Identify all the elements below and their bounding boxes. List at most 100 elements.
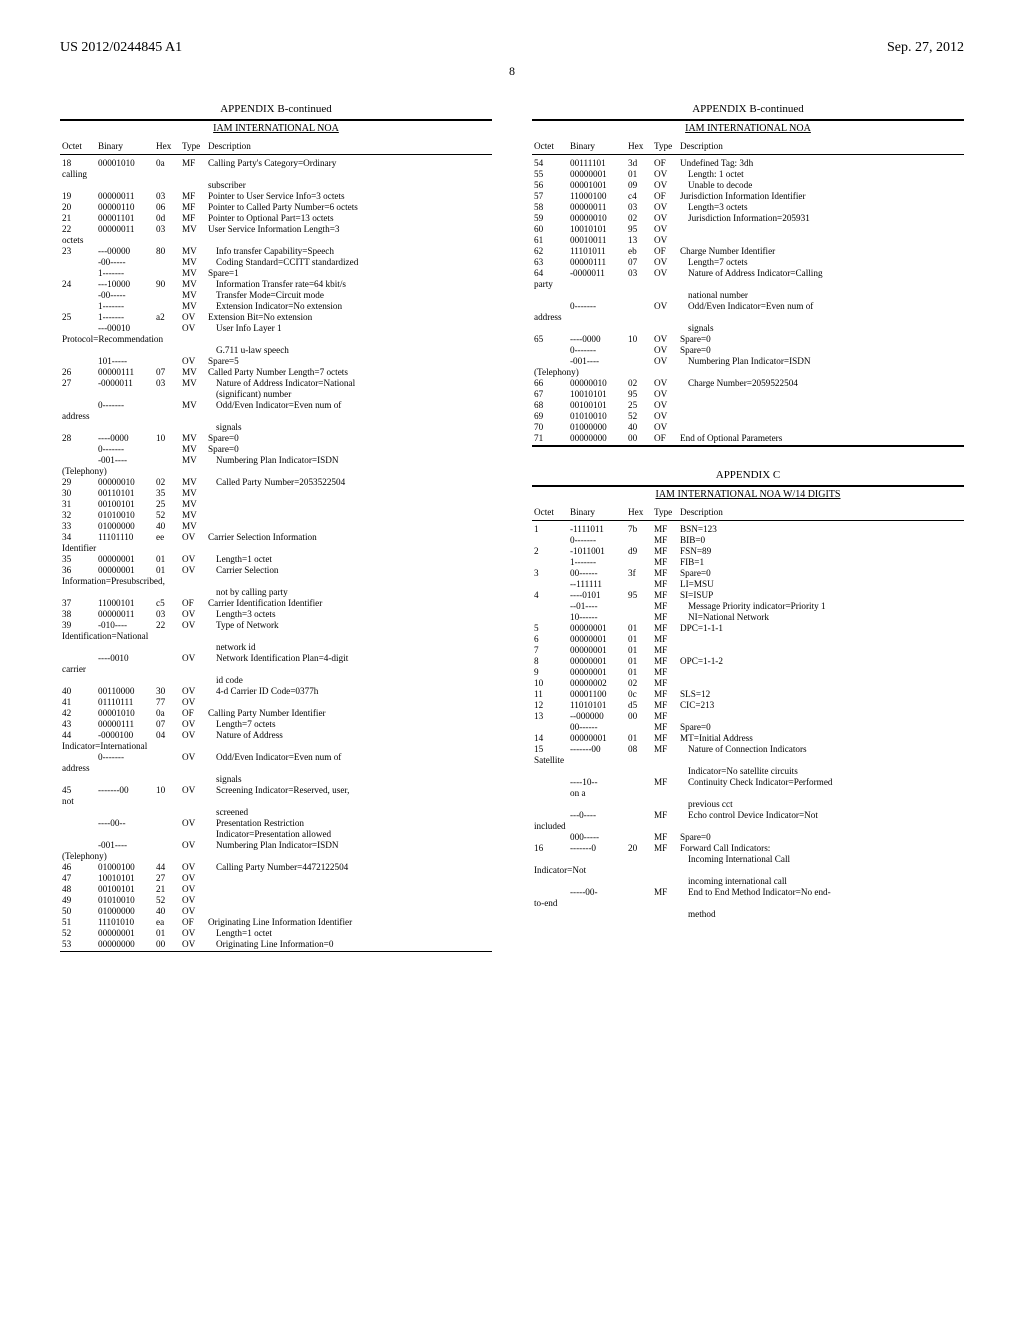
cell: 01 (626, 732, 652, 743)
cell: Satellite (532, 754, 568, 765)
cell: 68 (532, 399, 568, 410)
cell: network id (206, 641, 492, 652)
cell: Spare=0 (206, 432, 492, 443)
cell: Nature of Connection Indicators (678, 743, 964, 754)
table-row: Identifier (60, 542, 492, 553)
cell: Odd/Even Indicator=Even num of (678, 300, 964, 311)
cell (180, 850, 206, 861)
cell (154, 388, 180, 399)
cell (652, 311, 678, 322)
cell: 0------- (96, 751, 154, 762)
cell: OV (180, 861, 206, 872)
cell: Information Transfer rate=64 kbit/s (206, 278, 492, 289)
table-row: -001----OVNumbering Plan Indicator=ISDN (60, 839, 492, 850)
cell: Incoming International Call (678, 853, 964, 864)
cell: 00000011 (568, 201, 626, 212)
cell: Pointer to Called Party Number=6 octets (206, 201, 492, 212)
cell: Charge Number Identifier (678, 245, 964, 256)
cell: 01110111 (96, 696, 154, 707)
cell: 1 (532, 523, 568, 534)
cell (96, 234, 154, 245)
cell: -------0 (568, 842, 626, 853)
cell: 11000100 (568, 190, 626, 201)
cell: signals (206, 773, 492, 784)
cell: 70 (532, 421, 568, 432)
table-row: party (532, 278, 964, 289)
cell: 55 (532, 168, 568, 179)
table-row: G.711 u-law speech (60, 344, 492, 355)
col-header: Octet (60, 140, 96, 152)
cell: -0000011 (568, 267, 626, 278)
cell: not by calling party (206, 586, 492, 597)
table-row: national number (532, 289, 964, 300)
cell (60, 256, 96, 267)
cell: 00000011 (96, 190, 154, 201)
cell: MF (652, 710, 678, 721)
table-row: 610001001113OV (532, 234, 964, 245)
table-b-left-head: OctetBinaryHexTypeDescription (60, 140, 492, 157)
cell (180, 179, 206, 190)
table-row: 6211101011ebOFCharge Number Identifier (532, 245, 964, 256)
cell: 51 (60, 916, 96, 927)
cell (154, 300, 180, 311)
cell: MF (652, 776, 678, 787)
cell (180, 344, 206, 355)
cell (96, 179, 154, 190)
cell: 09 (626, 179, 652, 190)
cell (626, 344, 652, 355)
page-number: 8 (60, 64, 964, 79)
cell: Type of Network (206, 619, 492, 630)
cell (568, 908, 626, 919)
cell (626, 721, 652, 732)
table-row: address (532, 311, 964, 322)
cell (154, 828, 180, 839)
cell: 12 (532, 699, 568, 710)
cell: 14 (532, 732, 568, 743)
cell: 00000110 (96, 201, 154, 212)
cell: 30 (154, 685, 180, 696)
cell (96, 773, 154, 784)
table-row: -00-----MVTransfer Mode=Circuit mode (60, 289, 492, 300)
cell: MV (180, 366, 206, 377)
cell (532, 831, 568, 842)
cell: 00000001 (96, 927, 154, 938)
cell: 0d (154, 212, 180, 223)
cell: 61 (532, 234, 568, 245)
cell (678, 311, 964, 322)
cell: Coding Standard=CCITT standardized (206, 256, 492, 267)
table-row: 5111101010eaOFOriginating Line Informati… (60, 916, 492, 927)
cell: Length=7 octets (678, 256, 964, 267)
cell (652, 798, 678, 809)
table-row: 100000000202MF (532, 677, 964, 688)
cell (206, 542, 492, 553)
table-row: 671001010195OV (532, 388, 964, 399)
cell (96, 542, 154, 553)
cell: OF (180, 597, 206, 608)
cell (626, 765, 652, 776)
cell: 10010101 (568, 388, 626, 399)
cell: MF (180, 157, 206, 168)
cell: 00000111 (568, 256, 626, 267)
cell (206, 663, 492, 674)
table-row: 350000000101OVLength=1 octet (60, 553, 492, 564)
cell: OV (652, 355, 678, 366)
cell: OV (180, 718, 206, 729)
table-row: 42000010100aOFCalling Party Number Ident… (60, 707, 492, 718)
table-row: 2-1011001d9MFFSN=89 (532, 545, 964, 556)
cell: 36 (60, 564, 96, 575)
cell: 49 (60, 894, 96, 905)
cell: 44 (154, 861, 180, 872)
left-column: APPENDIX B-continued IAM INTERNATIONAL N… (60, 99, 492, 954)
cell: 02 (626, 377, 652, 388)
cell: 52 (60, 927, 96, 938)
table-b-right: OctetBinaryHexTypeDescription 5400111101… (532, 140, 964, 443)
cell (626, 600, 652, 611)
cell (60, 454, 96, 465)
table-row: ---00010OVUser Info Layer 1 (60, 322, 492, 333)
cell (154, 586, 180, 597)
cell: OV (180, 817, 206, 828)
cell (206, 487, 492, 498)
cell: (significant) number (206, 388, 492, 399)
table-row: address (60, 410, 492, 421)
cell: 31 (60, 498, 96, 509)
